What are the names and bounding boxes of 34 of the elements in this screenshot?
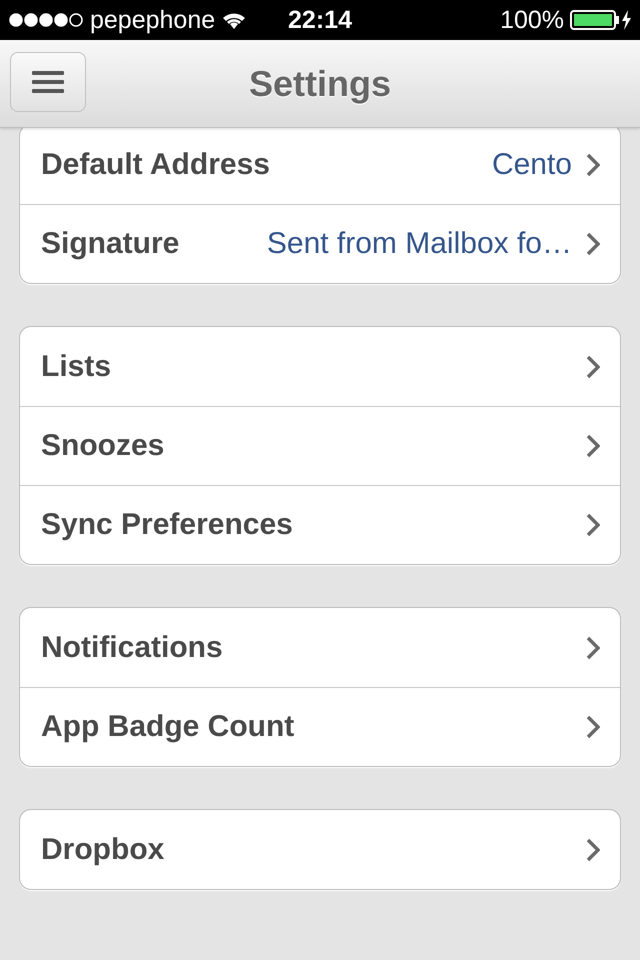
row-label: Sync Preferences bbox=[41, 508, 293, 542]
settings-row[interactable]: App Badge Count bbox=[20, 687, 620, 766]
signal-icon bbox=[8, 12, 84, 28]
settings-row[interactable]: Notifications bbox=[20, 608, 620, 687]
row-label: Signature bbox=[41, 227, 180, 261]
chevron-icon bbox=[586, 152, 600, 176]
row-label: Dropbox bbox=[41, 832, 164, 866]
chevron-icon bbox=[586, 354, 600, 378]
settings-row[interactable]: Sync Preferences bbox=[20, 485, 620, 564]
settings-row[interactable]: Lists bbox=[20, 327, 620, 406]
row-value: Cento bbox=[490, 148, 572, 182]
carrier-name: pepephone bbox=[90, 6, 216, 34]
chevron-icon bbox=[586, 636, 600, 660]
clock-time: 22:14 bbox=[288, 6, 352, 34]
chevron-icon bbox=[586, 838, 600, 862]
row-label: Snoozes bbox=[41, 429, 164, 463]
chevron-icon bbox=[586, 232, 600, 256]
settings-row[interactable]: Signature Sent from Mailbox fo… bbox=[20, 204, 620, 283]
row-label: Default Address bbox=[41, 148, 270, 182]
battery-percent: 100% bbox=[500, 6, 564, 34]
chevron-icon bbox=[586, 513, 600, 537]
row-label: Notifications bbox=[41, 630, 223, 664]
settings-row[interactable]: Dropbox bbox=[20, 810, 620, 889]
chevron-icon bbox=[586, 715, 600, 739]
settings-row[interactable]: Snoozes bbox=[20, 406, 620, 485]
menu-button[interactable] bbox=[10, 52, 86, 112]
settings-row[interactable]: Default Address Cento bbox=[20, 125, 620, 204]
chevron-icon bbox=[586, 434, 600, 458]
row-value: Sent from Mailbox fo… bbox=[266, 227, 572, 261]
menu-icon bbox=[32, 70, 64, 94]
screen-title: Settings bbox=[248, 62, 391, 104]
row-label: App Badge Count bbox=[41, 710, 294, 744]
battery-charging-icon bbox=[570, 9, 632, 31]
row-label: Lists bbox=[41, 350, 112, 384]
